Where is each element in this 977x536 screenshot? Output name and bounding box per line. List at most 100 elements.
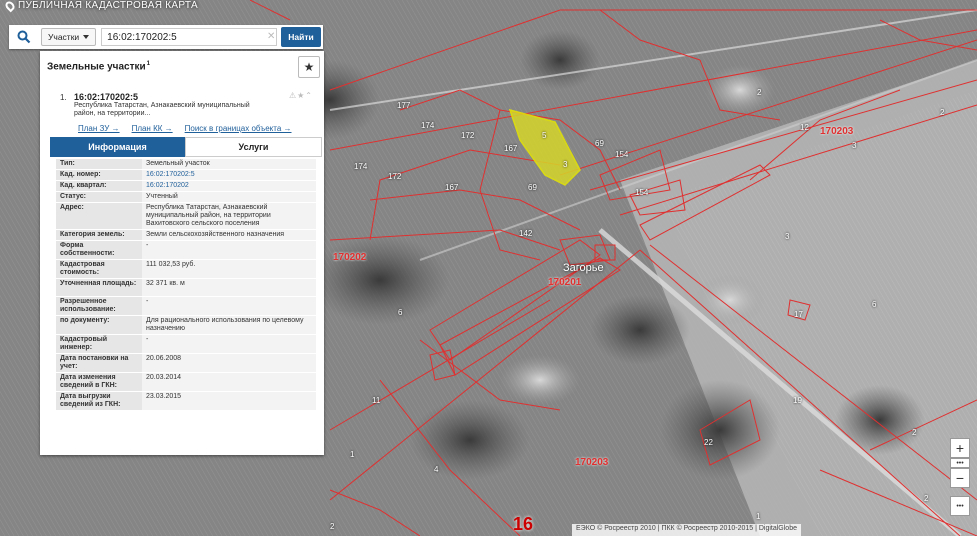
result-address: Республика Татарстан, Азнакаевский муниц… xyxy=(74,102,250,117)
prop-value: Учтенный xyxy=(142,192,316,202)
prop-value: Для рационального использования по целев… xyxy=(142,316,316,334)
prop-value: Земельный участок xyxy=(142,159,316,169)
parcel-label: 4 xyxy=(434,465,439,474)
zoom-out-button[interactable]: − xyxy=(950,468,970,488)
map-pin-icon xyxy=(3,0,17,12)
prop-value: - xyxy=(142,297,316,315)
map-attribution: ЕЭКО © Росреестр 2010 | ПКК © Росреестр … xyxy=(572,524,801,536)
prop-value-link[interactable]: 16:02:170202:5 xyxy=(142,170,316,180)
search-input[interactable] xyxy=(101,28,277,46)
parcel-label: 17 xyxy=(794,310,803,319)
prop-value: Земли сельскохозяйственного назначения xyxy=(142,230,316,240)
prop-key: Статус: xyxy=(56,192,142,202)
parcel-label: 174 xyxy=(421,121,435,130)
parcel-label: 11 xyxy=(372,396,381,405)
quarter-label: 170203 xyxy=(820,126,854,137)
search-icon[interactable] xyxy=(9,25,39,49)
parcel-label: 69 xyxy=(528,183,537,192)
search-bar: Участки ✕ Найти xyxy=(9,25,323,49)
prop-key: Уточненная площадь: xyxy=(56,279,142,296)
tab-info[interactable]: Информация xyxy=(50,137,185,157)
table-row: Дата выгрузки сведений из ГКН: 23.03.2015 xyxy=(56,392,316,411)
prop-value: 20.03.2014 xyxy=(142,373,316,391)
app-title-text: ПУБЛИЧНАЯ КАДАСТРОВАЯ КАРТА xyxy=(18,0,198,11)
table-row: Кад. квартал: 16:02:170202 xyxy=(56,181,316,192)
parcel-label: 174 xyxy=(354,162,368,171)
search-type-select[interactable]: Участки xyxy=(41,28,97,46)
clear-icon[interactable]: ✕ xyxy=(267,31,275,42)
parcel-label: 12 xyxy=(800,123,809,132)
settlement-label: Загорье xyxy=(563,262,604,274)
parcel-label: 2 xyxy=(330,522,335,531)
prop-key: по документу: xyxy=(56,316,142,334)
table-row: Кад. номер: 16:02:170202:5 xyxy=(56,170,316,181)
zoom-level-indicator[interactable]: ••• xyxy=(950,458,970,468)
table-row: Уточненная площадь: 32 371 кв. м xyxy=(56,279,316,297)
parcel-label: 5 xyxy=(542,131,547,140)
prop-value: 111 032,53 руб. xyxy=(142,260,316,278)
parcel-label: 154 xyxy=(635,188,649,197)
plan-kk-link[interactable]: План КК → xyxy=(132,124,173,133)
parcel-label: 2 xyxy=(940,108,945,117)
card-action-icons[interactable]: ⚠★⌃ xyxy=(289,91,313,100)
tab-services[interactable]: Услуги xyxy=(185,137,322,157)
app-title: ПУБЛИЧНАЯ КАДАСТРОВАЯ КАРТА xyxy=(3,0,198,12)
prop-value-link[interactable]: 16:02:170202 xyxy=(142,181,316,191)
panel-title-text: Земельные участки xyxy=(47,61,146,73)
parcel-label: 167 xyxy=(445,183,459,192)
table-row: Адрес: Республика Татарстан, Азнакаевский… xyxy=(56,203,316,230)
quarter-label: 170202 xyxy=(333,252,367,263)
result-index: 1. xyxy=(60,93,67,102)
table-row: Разрешенное использование: - xyxy=(56,297,316,316)
prop-key: Кадастровый инженер: xyxy=(56,335,142,353)
table-row: Статус: Учтенный xyxy=(56,192,316,203)
prop-key: Категория земель: xyxy=(56,230,142,240)
region-number: 16 xyxy=(513,514,534,534)
result-cad-number: 16:02:170202:5 xyxy=(74,92,139,102)
parcel-label: 2 xyxy=(912,428,917,437)
search-in-bounds-link[interactable]: Поиск в границах объекта → xyxy=(185,124,292,133)
find-button[interactable]: Найти xyxy=(281,27,321,47)
prop-key: Адрес: xyxy=(56,203,142,229)
prop-key: Кад. квартал: xyxy=(56,181,142,191)
prop-key: Дата изменения сведений в ГКН: xyxy=(56,373,142,391)
parcel-label: 22 xyxy=(704,438,713,447)
parcel-label: 177 xyxy=(397,101,411,110)
prop-value: Республика Татарстан, Азнакаевский муниц… xyxy=(142,203,316,229)
more-menu-button[interactable]: ••• xyxy=(950,496,970,516)
properties-table: Тип: Земельный участок Кад. номер: 16:02:1… xyxy=(56,159,316,411)
search-type-label: Участки xyxy=(48,32,80,42)
chevron-down-icon xyxy=(83,35,90,39)
prop-key: Разрешенное использование: xyxy=(56,297,142,315)
result-count: 1 xyxy=(146,61,150,68)
table-row: Кадастровая стоимость: 111 032,53 руб. xyxy=(56,260,316,279)
parcel-label: 6 xyxy=(398,308,403,317)
parcel-label: 142 xyxy=(519,229,533,238)
parcel-label: 167 xyxy=(504,144,518,153)
plan-zu-link[interactable]: План ЗУ → xyxy=(78,124,120,133)
prop-key: Кад. номер: xyxy=(56,170,142,180)
parcel-label: 6 xyxy=(872,300,877,309)
prop-value: - xyxy=(142,241,316,259)
prop-value: 20.06.2008 xyxy=(142,354,316,372)
prop-value: 23.03.2015 xyxy=(142,392,316,410)
table-row: Кадастровый инженер: - xyxy=(56,335,316,354)
table-row: Форма собственности: - xyxy=(56,241,316,260)
panel-tabs: Информация Услуги xyxy=(50,137,322,157)
prop-value: - xyxy=(142,335,316,353)
prop-key: Тип: xyxy=(56,159,142,169)
parcel-label: 3 xyxy=(785,232,790,241)
prop-key: Дата постановки на учет: xyxy=(56,354,142,372)
table-row: Тип: Земельный участок xyxy=(56,159,316,170)
quarter-label: 170201 xyxy=(548,277,582,288)
favorite-button[interactable]: ★ xyxy=(298,56,320,78)
parcel-label: 1 xyxy=(350,450,355,459)
parcel-label: 3 xyxy=(852,141,857,150)
table-row: Дата изменения сведений в ГКН: 20.03.2014 xyxy=(56,373,316,392)
parcel-label: 3 xyxy=(563,160,568,169)
parcel-label: 172 xyxy=(388,172,402,181)
parcel-label: 2 xyxy=(757,88,762,97)
results-panel: Земельные участки1 ★ 1. 16:02:170202:5 Р… xyxy=(40,51,324,455)
card-links: План ЗУ → План КК → Поиск в границах объ… xyxy=(78,124,318,133)
zoom-in-button[interactable]: + xyxy=(950,438,970,458)
